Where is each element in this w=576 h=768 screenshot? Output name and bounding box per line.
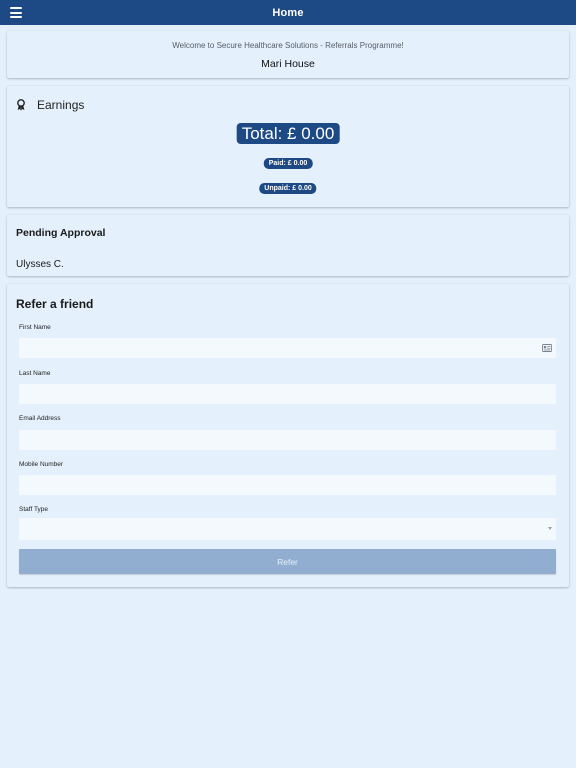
- page-title: Home: [272, 6, 304, 19]
- unpaid-badge: Unpaid: £ 0.00: [259, 183, 317, 194]
- top-app-bar: Home: [0, 0, 576, 25]
- mobile-label: Mobile Number: [19, 461, 64, 468]
- refer-friend-card: Refer a friend First Name Last Name Emai…: [7, 284, 569, 587]
- email-label: Email Address: [19, 415, 61, 422]
- hamburger-menu-icon[interactable]: [10, 7, 22, 18]
- pending-referral-item: Ulysses C.: [16, 259, 64, 270]
- refer-friend-title: Refer a friend: [16, 297, 94, 311]
- user-name: Mari House: [261, 58, 315, 70]
- earnings-title: Earnings: [37, 98, 85, 112]
- staff-type-select[interactable]: [19, 518, 556, 540]
- email-input[interactable]: [19, 430, 556, 450]
- first-name-input[interactable]: [19, 338, 556, 358]
- mobile-input[interactable]: [19, 475, 556, 495]
- staff-type-label: Staff Type: [19, 506, 49, 513]
- last-name-label: Last Name: [19, 370, 51, 377]
- refer-button[interactable]: Refer: [19, 549, 556, 574]
- last-name-input[interactable]: [19, 384, 556, 404]
- earnings-header: Earnings: [16, 98, 84, 112]
- total-earnings-badge: Total: £ 0.00: [236, 123, 340, 144]
- pending-approval-title: Pending Approval: [16, 227, 106, 239]
- chevron-down-icon: [548, 527, 552, 530]
- earnings-card: Earnings Total: £ 0.00 Paid: £ 0.00 Unpa…: [7, 86, 569, 207]
- first-name-label: First Name: [19, 324, 51, 331]
- paid-badge: Paid: £ 0.00: [263, 158, 313, 169]
- contact-card-icon[interactable]: [542, 344, 552, 352]
- pending-approval-card: Pending Approval Ulysses C.: [7, 215, 569, 276]
- welcome-message: Welcome to Secure Healthcare Solutions -…: [172, 41, 404, 50]
- welcome-card: Welcome to Secure Healthcare Solutions -…: [7, 31, 569, 78]
- award-icon: [17, 99, 25, 111]
